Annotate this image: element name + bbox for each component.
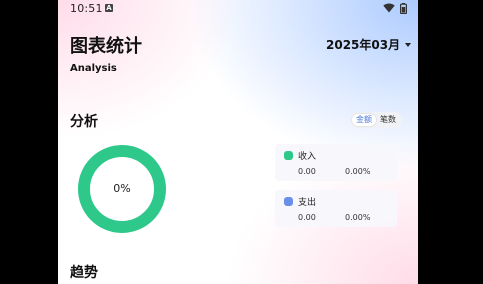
month-label: 2025年03月 [326, 38, 401, 52]
legend-card-expense[interactable]: 支出 0.00 0.00% [275, 190, 397, 227]
trend-section-title: 趋势 [70, 265, 98, 281]
donut-chart: 0% [78, 145, 166, 233]
battery-icon [400, 3, 407, 14]
legend-card-income[interactable]: 收入 0.00 0.00% [275, 144, 397, 181]
legend-dot-expense [284, 197, 293, 206]
analysis-section-title: 分析 [70, 114, 98, 130]
wifi-icon [383, 3, 395, 13]
page-subtitle: Analysis [70, 63, 117, 74]
status-bar: 10:51 A [58, 0, 418, 18]
legend-percent-expense: 0.00% [345, 213, 371, 222]
app-screen: 10:51 A 图表统计 Analysis 2025年03月 分析 金额 笔数 … [58, 0, 418, 284]
legend-name-income: 收入 [298, 152, 317, 162]
chevron-down-icon [405, 43, 412, 47]
status-time: 10:51 [70, 2, 103, 15]
toggle-count[interactable]: 笔数 [376, 114, 400, 126]
legend-amount-expense: 0.00 [298, 213, 316, 222]
month-picker[interactable]: 2025年03月 [326, 36, 412, 53]
legend-dot-income [284, 151, 293, 160]
legend-amount-income: 0.00 [298, 167, 316, 176]
page-title: 图表统计 [70, 36, 142, 57]
legend-name-expense: 支出 [298, 198, 317, 208]
metric-toggle: 金额 笔数 [350, 112, 402, 128]
donut-center-label: 0% [113, 182, 131, 195]
legend-percent-income: 0.00% [345, 167, 371, 176]
toggle-amount[interactable]: 金额 [352, 114, 376, 126]
notification-icon: A [105, 4, 113, 12]
